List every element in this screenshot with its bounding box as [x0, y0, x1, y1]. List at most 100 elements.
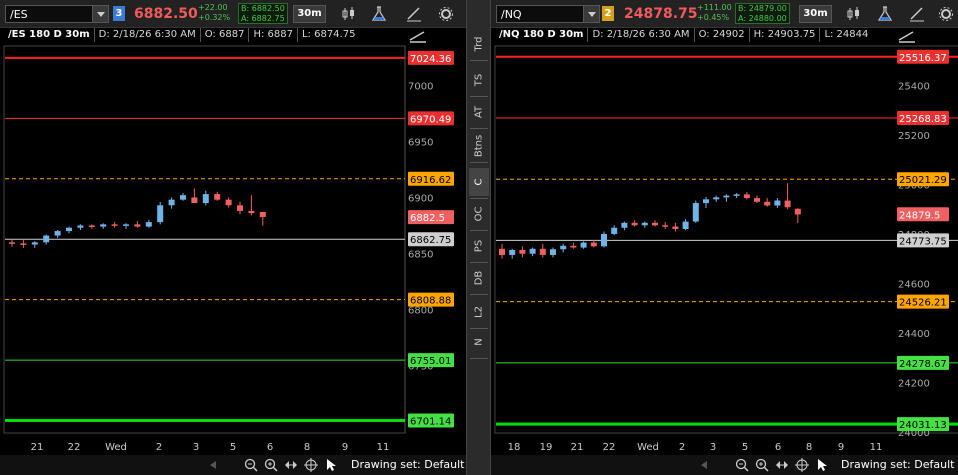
- time-axis-label: 3: [710, 442, 716, 453]
- zoom-out-icon[interactable]: [735, 458, 749, 472]
- sidebar-tab-n[interactable]: N: [469, 328, 489, 356]
- candle-body: [713, 197, 720, 200]
- price-level-label: 24031.13: [899, 420, 947, 431]
- price-level-label: 6916.62: [410, 175, 451, 186]
- candle-body: [519, 250, 526, 254]
- candle-body: [88, 225, 95, 227]
- right-sidebar: Trd TS AT Btns C OC PS DB L2 N: [466, 0, 491, 475]
- time-axis-label: 18: [508, 442, 521, 453]
- time-axis-label: 2: [156, 442, 162, 453]
- sidebar-tab-label: N: [473, 338, 485, 346]
- chart-panel-nq[interactable]: /NQ 2 24878.75 +111.00 +0.45% B: 24879.0…: [491, 0, 958, 475]
- candle-body: [43, 235, 50, 243]
- sidebar-tab-oc[interactable]: OC: [469, 200, 489, 228]
- crosshair-icon[interactable]: [795, 458, 809, 472]
- chart-panel-es[interactable]: /ES 3 6882.50 +22.00 +0.32% B: 6882.50 A…: [0, 0, 466, 475]
- sidebar-tab-at[interactable]: AT: [469, 98, 489, 126]
- candle-body: [784, 200, 791, 208]
- candle-body: [509, 250, 516, 255]
- candle-body: [641, 222, 648, 226]
- sidebar-divider: [470, 230, 488, 231]
- zoom-out-icon[interactable]: [244, 458, 258, 472]
- candle-body: [601, 233, 607, 247]
- time-axis-label: 5: [742, 442, 748, 453]
- candle-body: [703, 199, 709, 204]
- candle-body: [570, 245, 577, 248]
- sidebar-tab-label: PS: [473, 239, 485, 253]
- candle-body: [111, 224, 118, 226]
- last-price-label: 24879.5: [899, 210, 940, 221]
- candle-body: [733, 194, 740, 196]
- time-axis-label: 8: [806, 442, 812, 453]
- price-tick-label: 6950: [408, 137, 433, 148]
- candle-body: [590, 242, 597, 247]
- sidebar-divider: [470, 262, 488, 263]
- price-tick-label: 6900: [408, 193, 433, 204]
- crosshair-icon[interactable]: [304, 458, 318, 472]
- sidebar-tab-label: C: [473, 178, 485, 186]
- time-axis-label: 21: [31, 442, 44, 453]
- sidebar-divider: [470, 128, 488, 129]
- sidebar-tab-btns[interactable]: Btns: [469, 132, 489, 160]
- time-axis-label: 9: [838, 442, 844, 453]
- price-chart[interactable]: 70006950690068506800675067007024.366970.…: [0, 0, 466, 455]
- drawing-set-label[interactable]: Drawing set: Default: [351, 458, 464, 471]
- candle-body: [20, 243, 27, 245]
- time-axis-label: 2: [679, 442, 685, 453]
- price-tick-label: 25200: [898, 131, 930, 142]
- time-axis-label: 5: [230, 442, 236, 453]
- pointer-icon[interactable]: [324, 458, 338, 472]
- time-axis-label: Wed: [637, 442, 659, 453]
- price-tick-label: 6850: [408, 250, 433, 261]
- candle-body: [611, 227, 618, 234]
- sidebar-tab-l2[interactable]: L2: [469, 298, 489, 326]
- candle-body: [157, 205, 164, 223]
- price-level-label: 6862.75: [410, 235, 451, 246]
- price-chart[interactable]: 2540025200250002480024600244002420024000…: [491, 0, 958, 455]
- pointer-icon[interactable]: [815, 458, 829, 472]
- candle-body: [529, 248, 536, 254]
- price-level-label: 25516.37: [899, 53, 947, 64]
- time-axis-label: 11: [377, 442, 390, 453]
- drawing-set-label[interactable]: Drawing set: Default: [841, 458, 954, 471]
- sidebar-tab-c[interactable]: C: [469, 168, 489, 196]
- time-axis-label: 21: [571, 442, 584, 453]
- sidebar-tab-label: Trd: [473, 36, 485, 52]
- candle-body: [134, 224, 141, 227]
- candle-body: [774, 200, 781, 206]
- candle-body: [662, 225, 669, 227]
- zoom-in-icon[interactable]: [755, 458, 769, 472]
- zoom-in-icon[interactable]: [264, 458, 278, 472]
- price-level-label: 6970.49: [410, 114, 451, 125]
- scroll-left-icon[interactable]: [697, 458, 711, 472]
- price-level-label: 25268.83: [899, 114, 947, 125]
- candle-body: [168, 199, 175, 206]
- sidebar-tab-ts[interactable]: TS: [469, 66, 489, 94]
- pan-horizontal-icon[interactable]: [284, 458, 298, 472]
- sidebar-tab-label: DB: [473, 270, 485, 286]
- time-axis-label: 9: [342, 442, 348, 453]
- sidebar-divider: [470, 294, 488, 295]
- sidebar-tab-label: TS: [473, 73, 485, 87]
- scroll-left-icon[interactable]: [206, 458, 220, 472]
- candle-body: [31, 242, 38, 245]
- pan-horizontal-icon[interactable]: [775, 458, 789, 472]
- candle-body: [100, 224, 107, 227]
- candle-body: [754, 198, 760, 202]
- candle-body: [123, 224, 129, 226]
- price-level-label: 6701.14: [410, 417, 451, 428]
- sidebar-tab-db[interactable]: DB: [469, 264, 489, 292]
- time-axis-label: 22: [603, 442, 616, 453]
- time-axis-label: 6: [775, 442, 781, 453]
- candle-body: [550, 249, 556, 255]
- sidebar-tab-ps[interactable]: PS: [469, 232, 489, 260]
- sidebar-tab-label: Btns: [473, 134, 485, 158]
- sidebar-tab-trd[interactable]: Trd: [469, 30, 489, 58]
- candle-body: [9, 242, 15, 244]
- candle-body: [560, 245, 567, 250]
- candle-body: [631, 222, 638, 226]
- price-tick-label: 25400: [898, 82, 930, 93]
- candle-body: [66, 227, 72, 232]
- candle-body: [682, 221, 689, 229]
- last-price-label: 6882.5: [410, 213, 445, 224]
